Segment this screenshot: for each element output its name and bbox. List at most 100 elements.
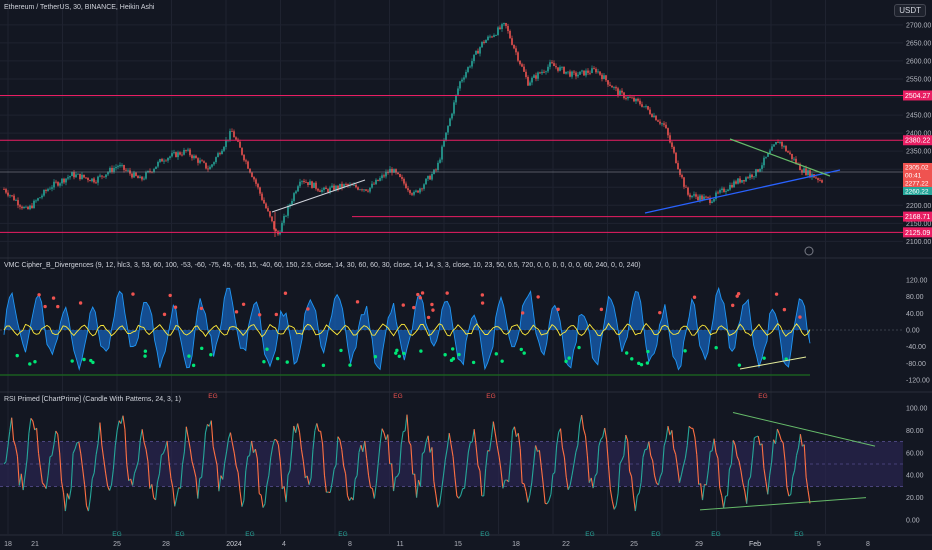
tradingview-logo-icon [804, 246, 814, 256]
vmc-signal-dot [646, 349, 650, 354]
candle-body [741, 180, 743, 183]
rsi-axis-tick: 0.00 [906, 518, 920, 525]
price-axis-tick: 2100.00 [906, 239, 931, 246]
candle-body [195, 155, 197, 159]
candle-body [17, 200, 19, 206]
candle-body [385, 172, 387, 177]
rsi-segment [788, 494, 792, 497]
price-axis-tick: 2450.00 [906, 113, 931, 120]
rsi-segment [611, 500, 615, 510]
price-right-label: 2277.22 [905, 181, 929, 188]
candle-body [417, 190, 419, 193]
candle-body [57, 182, 59, 186]
candle-body [293, 193, 295, 201]
trading-chart[interactable]: 2100.002150.002200.002250.002300.002350.… [0, 0, 932, 550]
vmc-signal-dot [450, 347, 455, 351]
candle-body [309, 181, 311, 185]
rsi-segment [406, 414, 410, 442]
rsi-eg-label-bottom: EG [112, 531, 121, 538]
candle-body [531, 77, 533, 83]
candle-body [677, 163, 679, 170]
candle-body [133, 172, 135, 178]
vmc-signal-dot [536, 295, 540, 299]
candle-body [111, 167, 113, 172]
candle-body [373, 183, 375, 185]
vmc-signal-dot [348, 363, 352, 367]
vmc-signal-dot [737, 363, 742, 367]
candle-body [667, 128, 669, 136]
rsi-segment [667, 425, 671, 436]
candle-body [547, 66, 549, 72]
candle-body [749, 174, 751, 179]
candle-body [759, 168, 761, 172]
candle-body [499, 27, 501, 30]
candle-body [5, 189, 7, 193]
rsi-segment [613, 505, 617, 510]
candle-body [665, 124, 667, 129]
candle-body [141, 176, 143, 180]
candle-body [621, 90, 623, 93]
vmc-signal-dot [262, 359, 266, 364]
vmc-signal-dot [735, 294, 739, 298]
vmc-signal-dot [645, 361, 650, 365]
candle-body [747, 177, 749, 179]
candle-body [59, 183, 61, 186]
candle-body [375, 179, 377, 185]
candle-body [299, 181, 301, 187]
candle-body [223, 146, 225, 151]
rsi-segment [370, 487, 373, 489]
time-axis-tick: 15 [454, 541, 462, 548]
vmc-signal-dot [191, 363, 196, 368]
vmc-signal-dot [692, 295, 697, 299]
candle-body [569, 71, 571, 77]
candle-body [711, 201, 713, 203]
candle-body [571, 71, 573, 77]
vmc-signal-dot [418, 296, 423, 300]
rsi-segment [692, 428, 696, 438]
candle-body [161, 159, 163, 162]
candle-body [673, 146, 675, 153]
candle-body [81, 174, 83, 180]
time-axis-tick: 2024 [226, 541, 242, 548]
candle-body [15, 200, 17, 201]
rsi-segment [490, 421, 494, 438]
candle-body [643, 106, 645, 108]
candle-body [191, 155, 193, 159]
candle-body [471, 61, 473, 67]
candle-body [555, 66, 557, 68]
candle-body [379, 178, 381, 181]
candle-body [425, 178, 427, 185]
rsi-segment [527, 495, 531, 503]
candle-body [789, 152, 791, 154]
candle-body [785, 146, 787, 152]
candle-body [459, 81, 461, 89]
candle-body [45, 190, 47, 191]
vmc-signal-dot [285, 360, 289, 364]
candle-body [533, 75, 535, 78]
candle-body [165, 160, 167, 162]
candle-body [627, 96, 629, 99]
candle-body [179, 152, 181, 155]
rsi-eg-label-top: EG [486, 393, 495, 400]
candle-body [493, 35, 495, 37]
candle-body [731, 184, 733, 188]
candle-body [73, 172, 75, 178]
rsi-eg-label-bottom: EG [245, 531, 254, 538]
candle-body [687, 187, 689, 195]
candle-body [383, 175, 385, 177]
vmc-signal-dot [355, 300, 360, 304]
candle-body [769, 150, 771, 154]
vmc-wave [3, 286, 811, 372]
candle-body [691, 195, 693, 198]
candle-body [521, 64, 523, 67]
currency-badge[interactable]: USDT [894, 4, 926, 17]
candle-body [529, 82, 531, 86]
rsi-segment [172, 487, 176, 507]
vmc-signal-dot [658, 310, 662, 315]
candle-body [637, 98, 639, 101]
candle-body [717, 192, 719, 194]
time-axis-tick: 29 [695, 541, 703, 548]
rsi-eg-label-bottom: EG [651, 531, 660, 538]
trendline-resistance-green [729, 138, 831, 177]
vmc-signal-dot [420, 291, 425, 295]
